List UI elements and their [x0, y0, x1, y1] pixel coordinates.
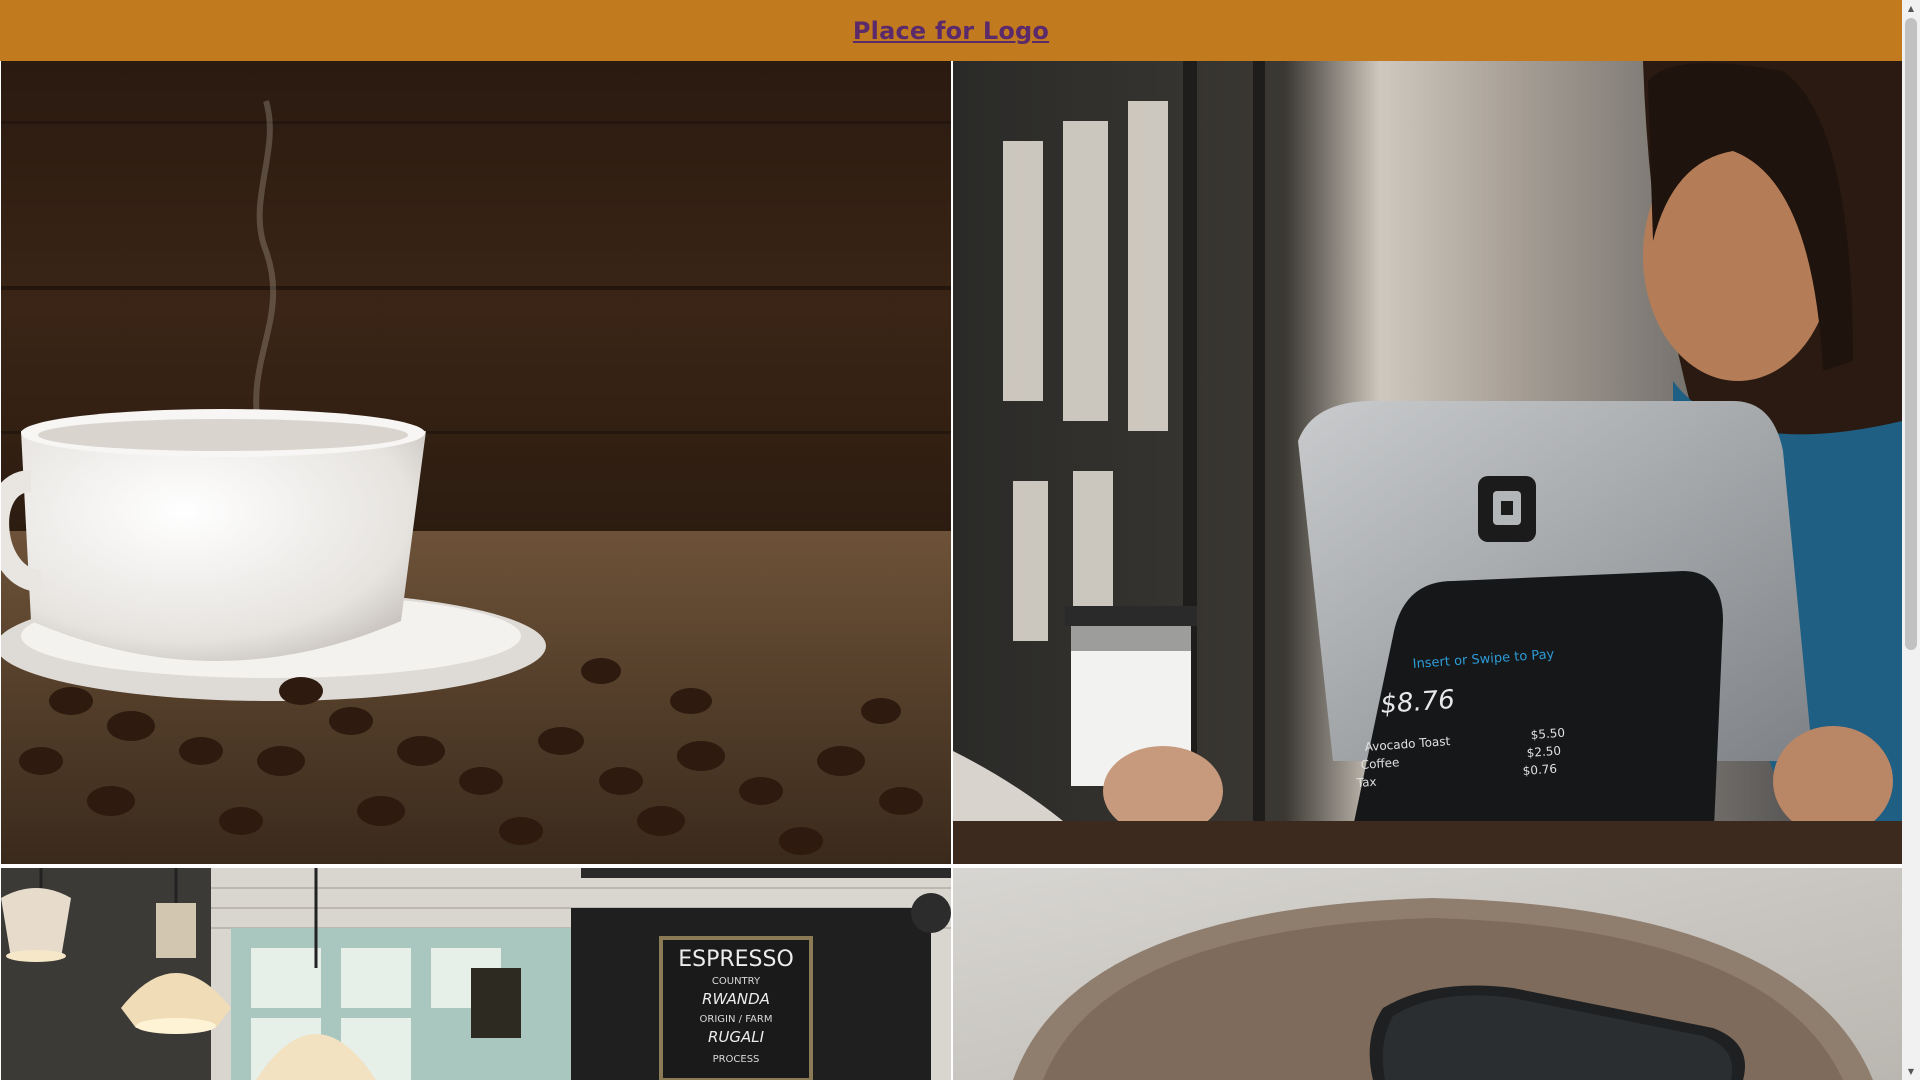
- tablet-item-label: Tax: [1355, 775, 1377, 790]
- table-phone-image: [953, 868, 1902, 1080]
- coffee-cup-beans-image: [1, 61, 951, 864]
- tablet-item-price: $2.50: [1526, 744, 1561, 760]
- site-header: Place for Logo: [0, 0, 1902, 61]
- sign-title: ESPRESSO: [678, 947, 794, 972]
- page: Place for Logo Insert or Swipe to Pay $8…: [0, 0, 1920, 1080]
- sign-line: ORIGIN / FARM: [700, 1014, 773, 1025]
- cafe-interior-photo: ESPRESSO COUNTRY RWANDA ORIGIN / FARM RU…: [1, 868, 951, 1080]
- triangle-down-icon: ▼: [1907, 1067, 1915, 1076]
- coffee-cup-beans-photo: [1, 61, 951, 864]
- cafe-checkout-image: Insert or Swipe to Pay $8.76 Avocado Toa…: [953, 61, 1902, 864]
- tablet-item-label: Coffee: [1360, 755, 1400, 772]
- cafe-checkout-photo: Insert or Swipe to Pay $8.76 Avocado Toa…: [953, 61, 1902, 864]
- cafe-interior-image: ESPRESSO COUNTRY RWANDA ORIGIN / FARM RU…: [1, 868, 951, 1080]
- tablet-item-price: $5.50: [1530, 726, 1565, 742]
- image-gallery: Insert or Swipe to Pay $8.76 Avocado Toa…: [0, 61, 1902, 1080]
- sign-line: RWANDA: [702, 990, 770, 1008]
- sign-line: COUNTRY: [712, 976, 761, 987]
- scroll-up-button[interactable]: ▲: [1902, 0, 1920, 17]
- scroll-down-button[interactable]: ▼: [1902, 1063, 1920, 1080]
- tablet-total-text: $8.76: [1379, 685, 1455, 720]
- vertical-scrollbar[interactable]: ▲ ▼: [1902, 0, 1920, 1080]
- scrollbar-thumb[interactable]: [1905, 18, 1917, 650]
- sign-line: RUGALI: [708, 1028, 765, 1046]
- logo-link[interactable]: Place for Logo: [853, 17, 1049, 45]
- triangle-up-icon: ▲: [1907, 4, 1915, 13]
- sign-line: PROCESS: [713, 1054, 760, 1065]
- tablet-item-price: $0.76: [1522, 762, 1557, 778]
- table-phone-photo: [953, 868, 1902, 1080]
